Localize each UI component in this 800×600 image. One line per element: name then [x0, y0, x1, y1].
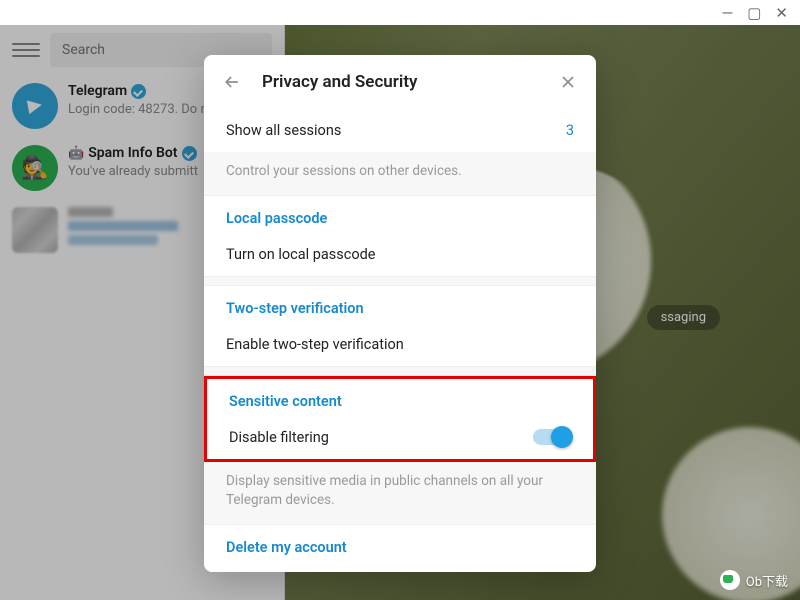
- settings-modal: Privacy and Security Show all sessions 3…: [204, 55, 596, 572]
- modal-title: Privacy and Security: [262, 72, 538, 92]
- window-maximize-icon[interactable]: ▢: [747, 4, 761, 22]
- toggle-knob: [551, 426, 573, 448]
- back-arrow-icon[interactable]: [222, 72, 242, 92]
- row-label: Enable two-step verification: [226, 336, 404, 353]
- row-label: Show all sessions: [226, 122, 341, 139]
- turn-on-local-passcode-row[interactable]: Turn on local passcode: [204, 233, 596, 276]
- watermark: Ob下载: [720, 570, 788, 590]
- sessions-description: Control your sessions on other devices.: [204, 152, 596, 196]
- disable-filtering-toggle[interactable]: [533, 429, 571, 445]
- highlight-box: Sensitive content Disable filtering: [204, 376, 596, 462]
- show-all-sessions-row[interactable]: Show all sessions 3: [204, 109, 596, 152]
- row-label: Turn on local passcode: [226, 246, 375, 263]
- window-titlebar: — ▢ ✕: [0, 0, 800, 25]
- sessions-count: 3: [566, 122, 574, 139]
- app-body: Telegram Login code: 48273. Do n 🕵️ 🤖 Sp…: [0, 25, 800, 600]
- watermark-text: Ob下载: [746, 571, 788, 590]
- sensitive-content-section-title: Sensitive content: [207, 379, 593, 416]
- sensitive-content-description: Display sensitive media in public channe…: [204, 462, 596, 525]
- close-icon[interactable]: [558, 72, 578, 92]
- local-passcode-section-title: Local passcode: [204, 196, 596, 233]
- two-step-verification-section-title: Two-step verification: [204, 286, 596, 323]
- wechat-icon: [720, 570, 740, 590]
- modal-overlay[interactable]: Privacy and Security Show all sessions 3…: [0, 25, 800, 600]
- disable-filtering-row[interactable]: Disable filtering: [207, 416, 593, 459]
- window-close-icon[interactable]: ✕: [775, 4, 788, 22]
- app-window: — ▢ ✕ Telegram Login code: 48273. Do n: [0, 0, 800, 600]
- row-label: Disable filtering: [229, 429, 329, 446]
- modal-header: Privacy and Security: [204, 55, 596, 109]
- window-minimize-icon[interactable]: —: [722, 4, 734, 22]
- delete-my-account-section-title[interactable]: Delete my account: [204, 525, 596, 572]
- modal-body[interactable]: Show all sessions 3 Control your session…: [204, 109, 596, 572]
- enable-two-step-verification-row[interactable]: Enable two-step verification: [204, 323, 596, 366]
